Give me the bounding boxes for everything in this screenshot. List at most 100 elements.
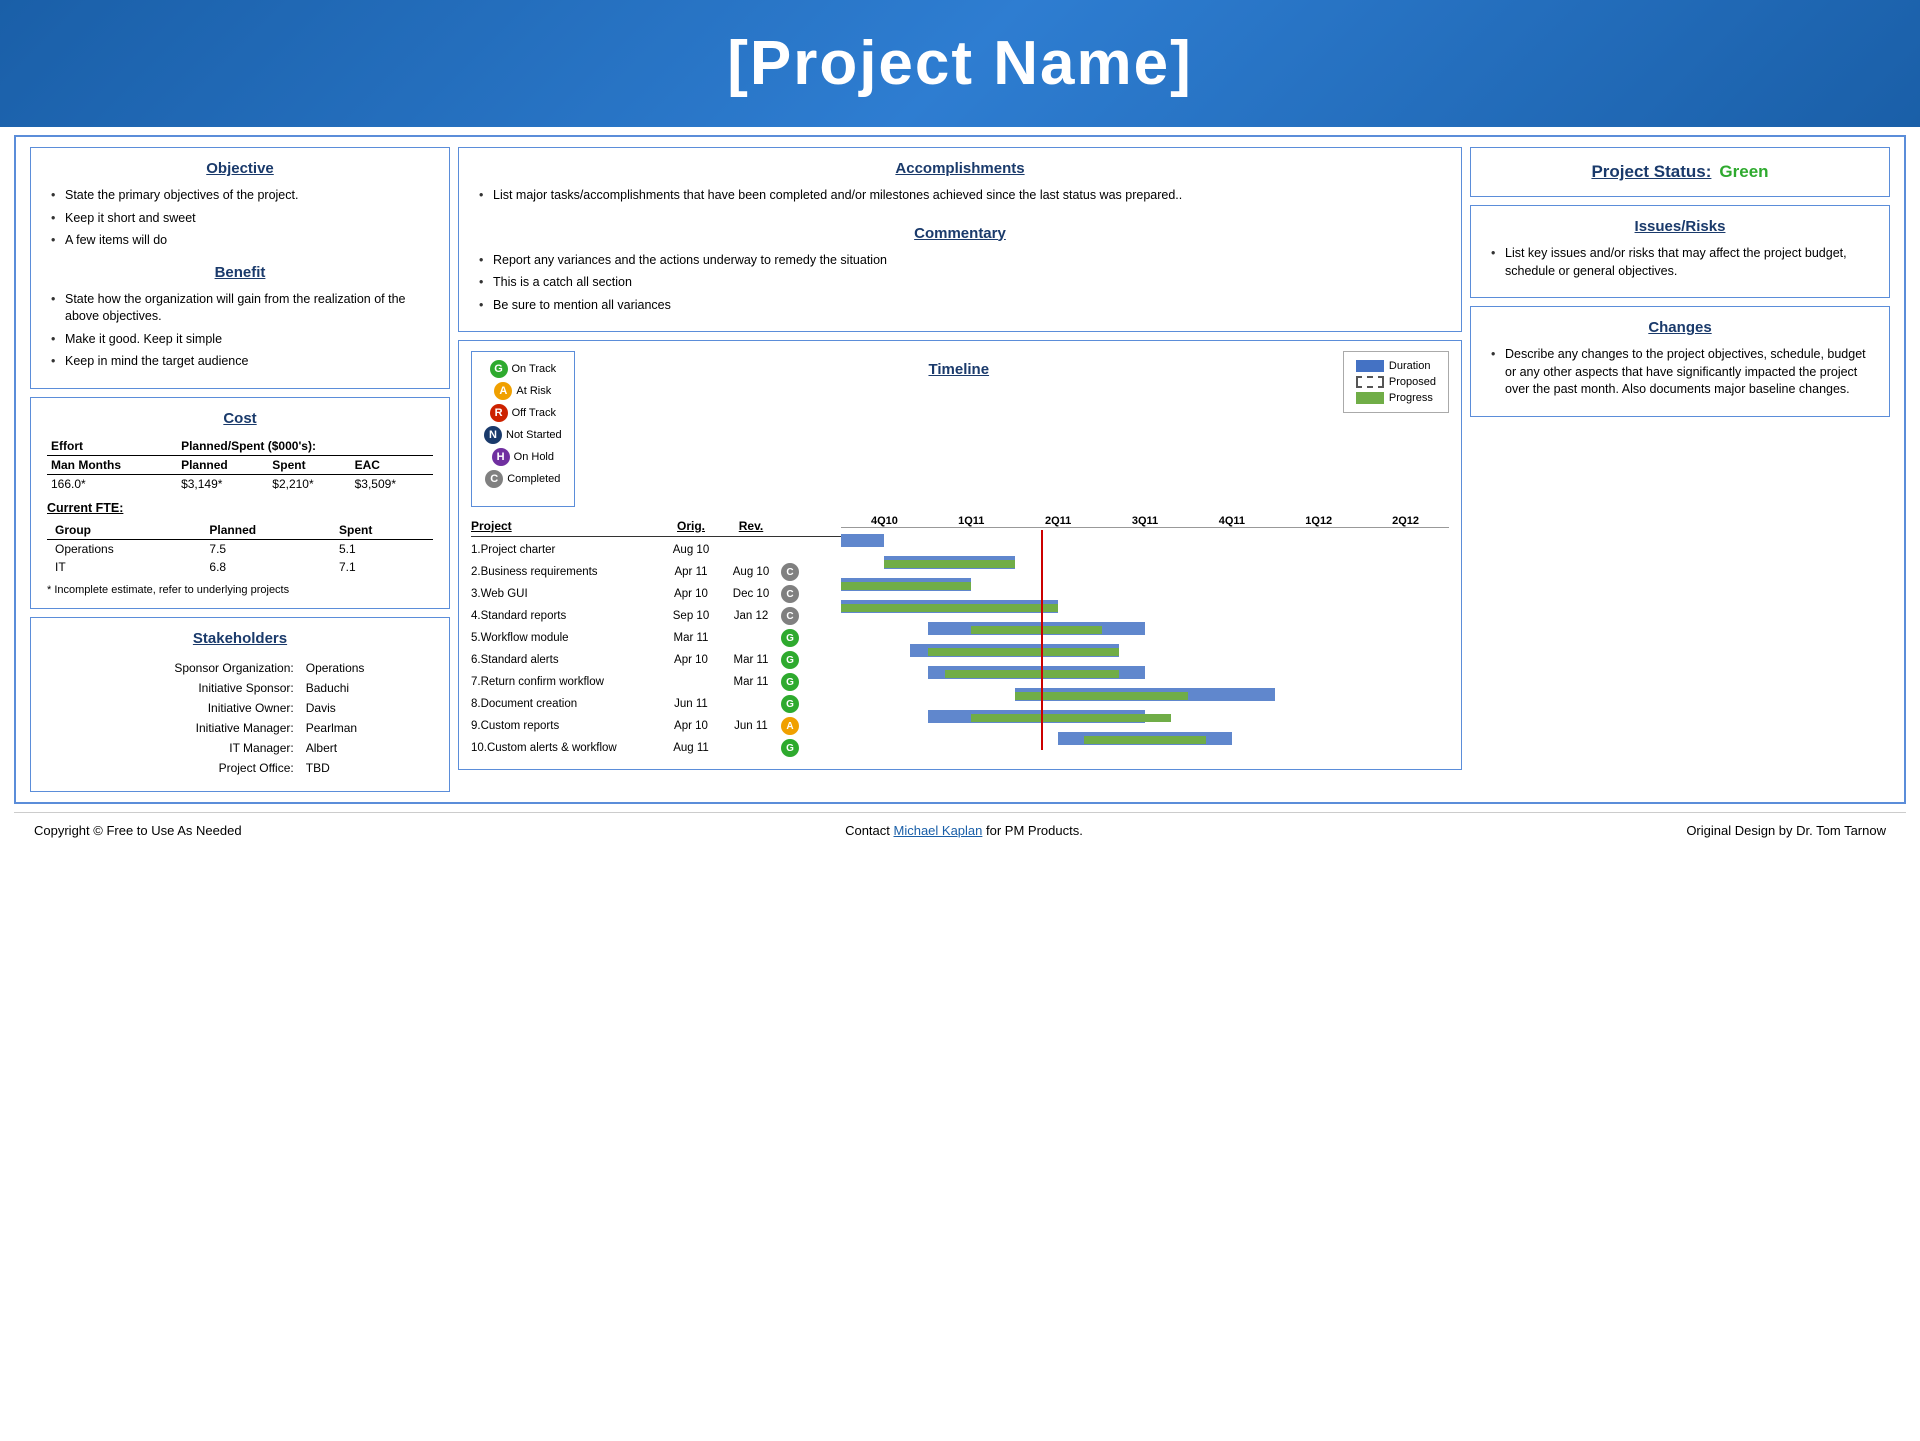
project-status-badge: G xyxy=(781,695,799,713)
gantt-bar-row xyxy=(841,574,1449,596)
middle-column: Accomplishments List major tasks/accompl… xyxy=(458,147,1462,792)
col-man-months: Man Months xyxy=(47,455,177,474)
at-risk-circle: A xyxy=(494,382,512,400)
gantt-bar-row xyxy=(841,684,1449,706)
footer-left: Copyright © Free to Use As Needed xyxy=(34,823,242,838)
benefit-title: Benefit xyxy=(47,264,433,281)
stakeholder-value: Albert xyxy=(302,739,431,757)
gantt-bars-area xyxy=(841,530,1449,750)
bar-legend: Duration Proposed Progress xyxy=(1356,360,1436,404)
list-item: Be sure to mention all variances xyxy=(479,297,1445,315)
completed-label: Completed xyxy=(507,473,560,485)
stakeholder-label: Initiative Owner: xyxy=(49,699,300,717)
project-status-badge: G xyxy=(781,673,799,691)
project-status-label: Project Status: xyxy=(1591,162,1711,182)
footer-center-pre: Contact xyxy=(845,823,893,838)
project-status-badge: C xyxy=(781,585,799,603)
objective-title: Objective xyxy=(47,160,433,177)
project-status-badge: C xyxy=(781,563,799,581)
table-row: Initiative Owner: Davis xyxy=(49,699,431,717)
list-item: Describe any changes to the project obje… xyxy=(1491,346,1873,399)
list-item: State how the organization will gain fro… xyxy=(51,291,433,326)
val-planned: $3,149* xyxy=(177,474,268,493)
benefit-list: State how the organization will gain fro… xyxy=(47,291,433,371)
progress-color xyxy=(1356,392,1384,404)
project-status-badge: G xyxy=(781,651,799,669)
fte-row1-planned: 7.5 xyxy=(201,539,331,558)
project-rev: Mar 11 xyxy=(721,654,781,666)
footer-center-link[interactable]: Michael Kaplan xyxy=(894,823,983,838)
project-row: 1.Project charterAug 10 xyxy=(471,539,841,561)
bar-progress xyxy=(971,714,1171,722)
col-eac: EAC xyxy=(351,455,433,474)
fte-row1-group: Operations xyxy=(47,539,201,558)
planned-spent-label: Planned/Spent ($000's): xyxy=(177,437,433,456)
progress-label: Progress xyxy=(1389,392,1433,404)
project-status-badge: G xyxy=(781,739,799,757)
list-item: List major tasks/accomplishments that ha… xyxy=(479,187,1445,205)
cost-panel: Cost Effort Planned/Spent ($000's): Man … xyxy=(30,397,450,609)
stakeholders-title: Stakeholders xyxy=(47,630,433,647)
table-row: Initiative Sponsor: Baduchi xyxy=(49,679,431,697)
stakeholder-label: Project Office: xyxy=(49,759,300,777)
bar-progress xyxy=(841,604,1058,612)
proj-col-orig: Orig. xyxy=(661,519,721,533)
table-row: IT Manager: Albert xyxy=(49,739,431,757)
q-label: 4Q11 xyxy=(1188,515,1275,527)
list-item: State the primary objectives of the proj… xyxy=(51,187,433,205)
project-name: 1.Project charter xyxy=(471,544,661,556)
project-rev: Mar 11 xyxy=(721,676,781,688)
legend-not-started: N Not Started xyxy=(484,426,562,444)
main-content: Objective State the primary objectives o… xyxy=(14,135,1906,804)
project-name: 6.Standard alerts xyxy=(471,654,661,666)
q-label: 2Q12 xyxy=(1362,515,1449,527)
project-row: 6.Standard alertsApr 10Mar 11G xyxy=(471,649,841,671)
project-status-badge: A xyxy=(781,717,799,735)
project-orig: Apr 11 xyxy=(661,566,721,578)
issues-risks-list: List key issues and/or risks that may af… xyxy=(1487,245,1873,280)
duration-legend: Duration xyxy=(1356,360,1436,372)
issues-risks-panel: Issues/Risks List key issues and/or risk… xyxy=(1470,205,1890,298)
commentary-title: Commentary xyxy=(475,225,1445,242)
gantt-bar-row xyxy=(841,618,1449,640)
fte-col-planned: Planned xyxy=(201,521,331,540)
effort-label: Effort xyxy=(47,437,177,456)
cost-title: Cost xyxy=(47,410,433,427)
progress-legend: Progress xyxy=(1356,392,1436,404)
project-rows: 1.Project charterAug 102.Business requir… xyxy=(471,539,841,759)
stakeholders-panel: Stakeholders Sponsor Organization: Opera… xyxy=(30,617,450,792)
bar-progress xyxy=(971,626,1101,634)
duration-label: Duration xyxy=(1389,360,1431,372)
list-item: Keep in mind the target audience xyxy=(51,353,433,371)
fte-row2-spent: 7.1 xyxy=(331,558,433,576)
q-label: 1Q11 xyxy=(928,515,1015,527)
gantt-bar-row xyxy=(841,662,1449,684)
objective-panel: Objective State the primary objectives o… xyxy=(30,147,450,389)
issues-risks-title: Issues/Risks xyxy=(1487,218,1873,235)
completed-circle: C xyxy=(485,470,503,488)
legend-on-hold: H On Hold xyxy=(492,448,554,466)
table-row: Initiative Manager: Pearlman xyxy=(49,719,431,737)
stakeholder-value: Baduchi xyxy=(302,679,431,697)
project-rev: Aug 10 xyxy=(721,566,781,578)
project-row: 8.Document creationJun 11G xyxy=(471,693,841,715)
accomplishments-list: List major tasks/accomplishments that ha… xyxy=(475,187,1445,205)
stakeholder-value: Operations xyxy=(302,659,431,677)
project-rev: Jan 12 xyxy=(721,610,781,622)
objective-list: State the primary objectives of the proj… xyxy=(47,187,433,250)
project-row: 4.Standard reportsSep 10Jan 12C xyxy=(471,605,841,627)
project-orig: Mar 11 xyxy=(661,632,721,644)
list-item: This is a catch all section xyxy=(479,274,1445,292)
list-item: Make it good. Keep it simple xyxy=(51,331,433,349)
footer-right: Original Design by Dr. Tom Tarnow xyxy=(1686,823,1886,838)
table-row: Sponsor Organization: Operations xyxy=(49,659,431,677)
on-hold-label: On Hold xyxy=(514,451,554,463)
cost-footnote: * Incomplete estimate, refer to underlyi… xyxy=(47,584,433,596)
stakeholder-value: TBD xyxy=(302,759,431,777)
project-name: 3.Web GUI xyxy=(471,588,661,600)
not-started-circle: N xyxy=(484,426,502,444)
fte-label: Current FTE: xyxy=(47,501,433,515)
project-row: 9.Custom reportsApr 10Jun 11A xyxy=(471,715,841,737)
val-eac: $3,509* xyxy=(351,474,433,493)
fte-col-spent: Spent xyxy=(331,521,433,540)
